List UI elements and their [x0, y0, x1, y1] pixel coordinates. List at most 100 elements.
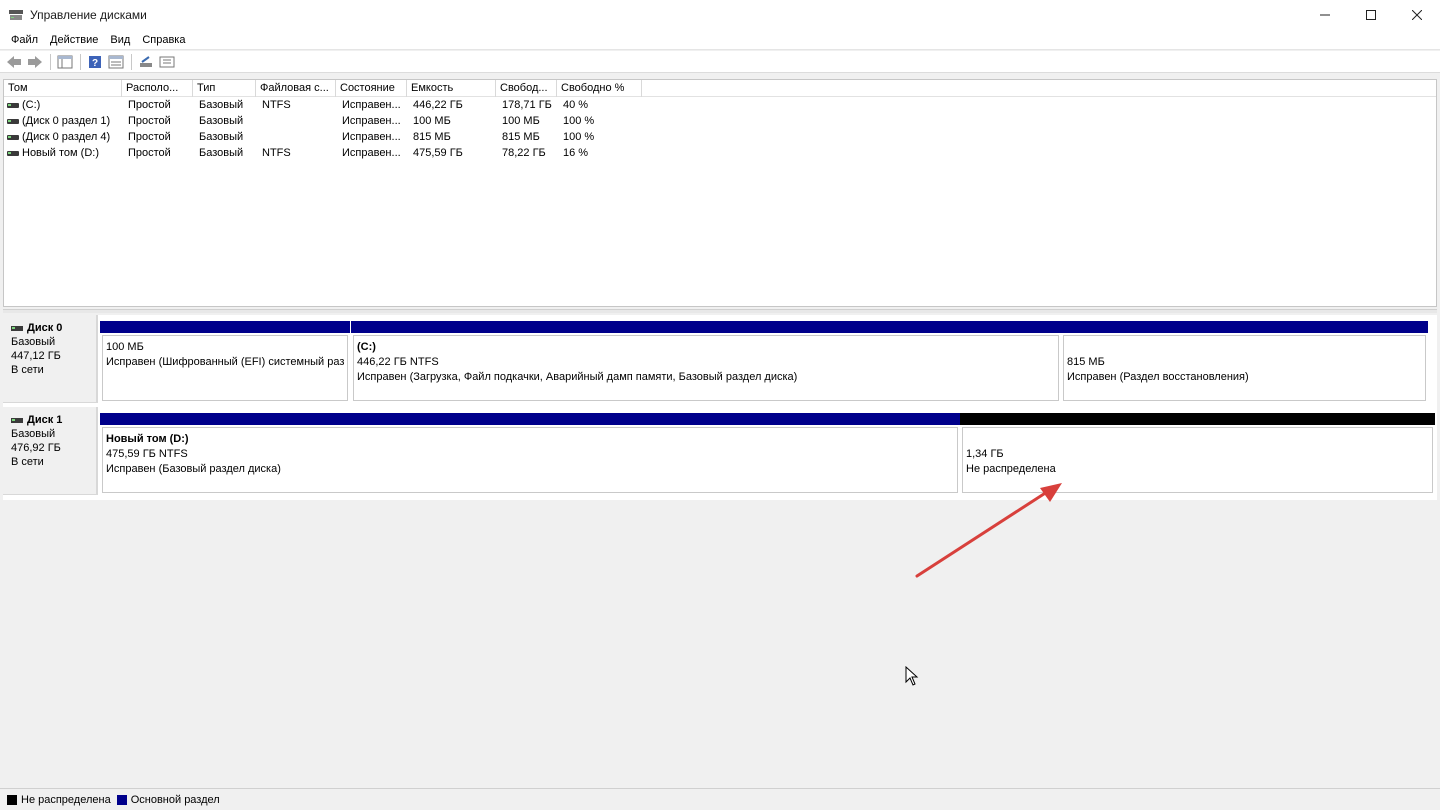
partition-type-bar [100, 321, 350, 333]
disk-status: В сети [11, 456, 44, 468]
forward-button[interactable] [26, 53, 44, 71]
column-header-capacity[interactable]: Емкость [407, 80, 496, 97]
disk-label[interactable]: Диск 0 Базовый 447,12 ГБ В сети [3, 315, 98, 403]
disk-label[interactable]: Диск 1 Базовый 476,92 ГБ В сети [3, 407, 98, 495]
back-button[interactable] [5, 53, 23, 71]
volume-list[interactable]: Том Располо... Тип Файловая с... Состоян… [3, 79, 1437, 307]
disk-icon [11, 417, 23, 423]
volume-name: (Диск 0 раздел 4) [22, 131, 111, 143]
legend-label: Основной раздел [130, 793, 220, 806]
volume-layout: Простой [128, 99, 171, 111]
volume-free-space: 78,22 ГБ [502, 147, 546, 159]
rescan-button[interactable] [137, 53, 155, 71]
volume-status: Исправен... [342, 115, 401, 127]
volume-status: Исправен... [342, 131, 401, 143]
volume-free-space: 178,71 ГБ [502, 99, 552, 111]
volume-status: Исправен... [342, 99, 401, 111]
disk-type: Базовый [11, 428, 56, 440]
disk-row: Диск 0 Базовый 447,12 ГБ В сети 100 МБ И… [3, 315, 1437, 405]
close-button[interactable] [1394, 0, 1440, 30]
volume-free-space: 815 МБ [502, 131, 540, 143]
partition-type-bar [960, 413, 1435, 425]
volume-capacity: 100 МБ [413, 115, 451, 127]
volume-filesystem: NTFS [262, 99, 291, 111]
disk-name: Диск 0 [27, 322, 63, 334]
volume-capacity: 475,59 ГБ [413, 147, 463, 159]
partition-block[interactable]: (C:) 446,22 ГБ NTFS Исправен (Загрузка, … [351, 321, 1061, 403]
partition-block[interactable]: 100 МБ Исправен (Шифрованный (EFI) систе… [100, 321, 350, 403]
partition-status: Исправен (Базовый раздел диска) [106, 463, 281, 475]
disk-size: 447,12 ГБ [11, 350, 61, 362]
help-button[interactable]: ? [86, 53, 104, 71]
partition-type-bar [1061, 321, 1428, 333]
volume-free-percent: 100 % [563, 131, 595, 143]
column-header-type[interactable]: Тип [193, 80, 256, 97]
disk-size: 476,92 ГБ [11, 442, 61, 454]
disk-status: В сети [11, 364, 44, 376]
rescan-icon [140, 55, 152, 67]
pane-splitter[interactable] [3, 309, 1437, 313]
disk-type: Базовый [11, 336, 56, 348]
partition-block[interactable]: Новый том (D:) 475,59 ГБ NTFS Исправен (… [100, 413, 960, 495]
legend-item-primary: Основной раздел [116, 793, 220, 806]
volume-type: Базовый [199, 147, 244, 159]
partition-type-bar [351, 321, 1061, 333]
legend-label: Не распределена [21, 793, 111, 806]
table-row[interactable]: Новый том (D:) Простой Базовый NTFS Испр… [4, 145, 1436, 161]
menu-action[interactable]: Действие [44, 34, 104, 46]
partition-size: 100 МБ [106, 341, 144, 353]
disk-row: Диск 1 Базовый 476,92 ГБ В сети Новый то… [3, 407, 1437, 497]
volume-name: (C:) [22, 99, 41, 111]
menu-help[interactable]: Справка [136, 34, 191, 46]
partition-block[interactable]: 815 МБ Исправен (Раздел восстановления) [1061, 321, 1428, 403]
column-header-free-space[interactable]: Свобод... [496, 80, 557, 97]
partition-type-bar [100, 413, 960, 425]
partition-status: Исправен (Шифрованный (EFI) системный ра… [106, 356, 345, 368]
mouse-cursor-icon [905, 666, 919, 686]
volume-type: Базовый [199, 99, 244, 111]
toolbar-separator [50, 53, 51, 70]
column-header-free-percent[interactable]: Свободно % [557, 80, 642, 97]
volume-free-percent: 100 % [563, 115, 595, 127]
column-header-status[interactable]: Состояние [336, 80, 407, 97]
disk-name: Диск 1 [27, 414, 63, 426]
settings-button[interactable] [158, 53, 176, 71]
volume-free-percent: 16 % [563, 147, 589, 159]
minimize-icon [1320, 14, 1330, 16]
window-title: Управление дисками [30, 8, 147, 22]
volume-layout: Простой [128, 131, 171, 143]
disk-graphical-view: Диск 0 Базовый 447,12 ГБ В сети 100 МБ И… [3, 315, 1437, 500]
toolbar: ? [0, 51, 1440, 73]
forward-icon [28, 55, 42, 68]
menu-bar: Файл Действие Вид Справка [0, 30, 1440, 50]
properties-button[interactable] [107, 53, 125, 71]
partition-size: 446,22 ГБ NTFS [357, 356, 439, 368]
column-header-filesystem[interactable]: Файловая с... [256, 80, 336, 97]
table-row[interactable]: (C:) Простой Базовый NTFS Исправен... 44… [4, 97, 1436, 113]
column-header-layout[interactable]: Располо... [122, 80, 193, 97]
toolbar-separator [131, 53, 132, 70]
partition-title: Новый том (D:) [106, 433, 189, 445]
volume-free-space: 100 МБ [502, 115, 540, 127]
disk-management-app-icon [9, 9, 23, 21]
legend-item-unallocated: Не распределена [7, 794, 111, 806]
menu-view[interactable]: Вид [104, 34, 136, 46]
table-row[interactable]: (Диск 0 раздел 1) Простой Базовый Исправ… [4, 113, 1436, 129]
table-row[interactable]: (Диск 0 раздел 4) Простой Базовый Исправ… [4, 129, 1436, 145]
svg-text:?: ? [92, 58, 98, 69]
console-tree-button[interactable] [56, 53, 74, 71]
volume-status: Исправен... [342, 147, 401, 159]
partition-size: 475,59 ГБ NTFS [106, 448, 188, 460]
minimize-button[interactable] [1302, 0, 1348, 30]
volume-filesystem [256, 113, 336, 129]
volume-type: Базовый [199, 115, 244, 127]
volume-capacity: 815 МБ [413, 131, 451, 143]
settings-icon [159, 56, 175, 67]
partition-size: 815 МБ [1067, 356, 1105, 368]
maximize-button[interactable] [1348, 0, 1394, 30]
menu-file[interactable]: Файл [5, 34, 44, 46]
title-bar: Управление дисками [0, 0, 1440, 30]
column-header-volume[interactable]: Том [4, 80, 122, 97]
back-icon [7, 55, 21, 68]
volume-filesystem [256, 129, 336, 145]
